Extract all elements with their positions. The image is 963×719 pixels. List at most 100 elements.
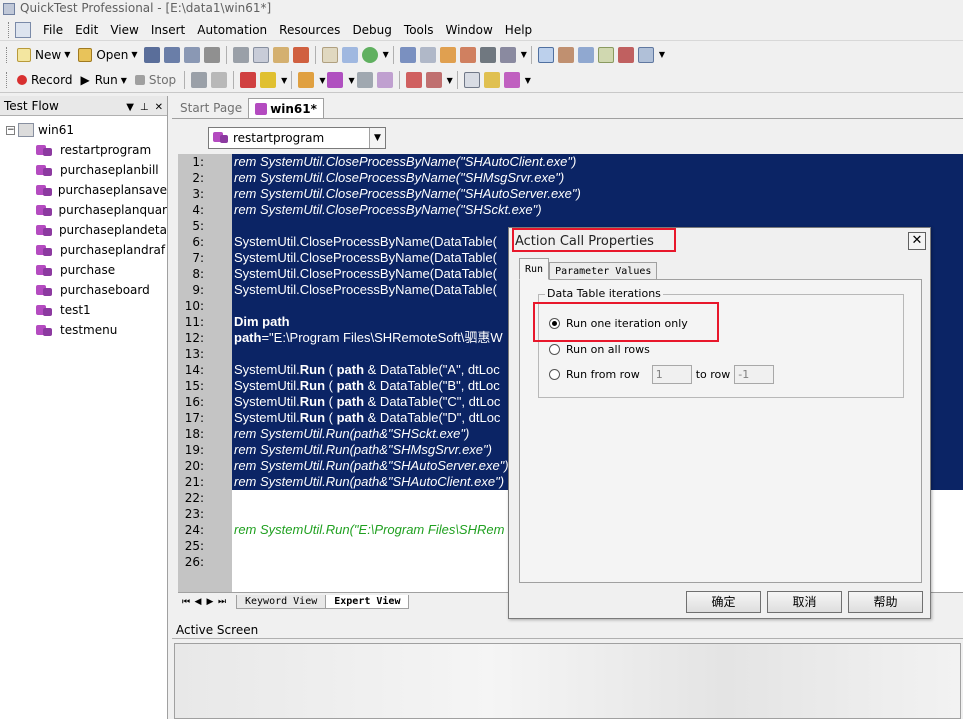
tree-item-purchaseboard[interactable]: purchaseboard [0, 280, 167, 300]
run-from-row-option[interactable]: Run from row 1 to row -1 [549, 365, 775, 384]
step-into-icon[interactable] [405, 72, 422, 88]
run-all-rows-option[interactable]: Run on all rows [549, 343, 650, 356]
low-level-recording-icon[interactable] [191, 72, 208, 88]
tab-parameter-values[interactable]: Parameter Values [549, 262, 658, 280]
tree-item-purchaseplansave[interactable]: purchaseplansave [0, 180, 167, 200]
dropdown-arrow-icon[interactable]: ▼ [121, 76, 127, 85]
analog-recording-icon[interactable] [211, 72, 228, 88]
information-icon[interactable] [637, 46, 654, 63]
print-icon[interactable] [203, 46, 220, 63]
menu-insert[interactable]: Insert [145, 20, 191, 40]
panel-menu-icon[interactable]: ▼ [126, 102, 134, 113]
tab-expert-view[interactable]: Expert View [325, 594, 410, 609]
help-button[interactable]: 帮助 [848, 591, 923, 613]
save-with-resources-icon[interactable] [183, 46, 200, 63]
resources-icon[interactable] [557, 46, 574, 63]
toolbar-grip[interactable] [8, 21, 11, 38]
object-repository-icon[interactable] [341, 46, 358, 63]
tree-item-restartprogram[interactable]: restartprogram [0, 140, 167, 160]
insert-step-icon[interactable] [298, 72, 315, 88]
tree-item-purchaseplandraf[interactable]: purchaseplandraf [0, 240, 167, 260]
active-screen-view[interactable] [174, 643, 961, 719]
menu-automation[interactable]: Automation [191, 20, 273, 40]
pin-icon[interactable]: ⊥ [140, 102, 149, 113]
tree-item-test1[interactable]: test1 [0, 300, 167, 320]
copy-icon[interactable] [252, 46, 269, 63]
tree-root[interactable]: − win61 [0, 120, 167, 140]
run-one-iteration-option[interactable]: Run one iteration only [549, 317, 688, 330]
run-button[interactable]: ▶ Run ▼ [76, 70, 130, 90]
save-all-icon[interactable] [163, 46, 180, 63]
tab-win61[interactable]: win61* [248, 98, 324, 118]
menu-edit[interactable]: Edit [69, 20, 104, 40]
ok-button[interactable]: 确定 [686, 591, 761, 613]
find-icon[interactable] [479, 46, 496, 63]
dropdown-arrow-icon[interactable]: ▼ [521, 50, 527, 59]
menu-window[interactable]: Window [439, 20, 498, 40]
dropdown-arrow-icon[interactable]: ▼ [281, 76, 287, 85]
document-icon[interactable] [15, 21, 31, 38]
dropdown-arrow-icon[interactable]: ▼ [525, 76, 531, 85]
last-tab-icon[interactable]: ⏭ [216, 597, 228, 607]
close-icon[interactable]: ✕ [908, 232, 926, 250]
tree-item-purchase[interactable]: purchase [0, 260, 167, 280]
replace-icon[interactable] [499, 46, 516, 63]
collapse-icon[interactable]: − [6, 125, 15, 135]
tab-keyword-view[interactable]: Keyword View [236, 594, 327, 609]
menu-tools[interactable]: Tools [398, 20, 440, 40]
dropdown-arrow-icon[interactable]: ▼ [348, 76, 354, 85]
next-tab-icon[interactable]: ▶ [204, 597, 216, 607]
menu-help[interactable]: Help [499, 20, 538, 40]
results-icon[interactable] [483, 72, 500, 88]
close-icon[interactable]: ✕ [155, 102, 163, 113]
step-generator-icon[interactable] [356, 72, 373, 88]
stop-button[interactable]: Stop [131, 70, 180, 90]
to-row-input[interactable]: -1 [734, 365, 775, 384]
insert-checkpoint-icon[interactable] [240, 72, 257, 88]
dropdown-arrow-icon[interactable]: ▼ [447, 76, 453, 85]
paste-icon[interactable] [272, 46, 289, 63]
dropdown-arrow-icon[interactable]: ▼ [319, 76, 325, 85]
cancel-button[interactable]: 取消 [767, 591, 842, 613]
toolbar-grip[interactable] [6, 46, 9, 63]
new-button[interactable]: New ▼ [13, 45, 74, 65]
cut-icon[interactable] [232, 46, 249, 63]
dropdown-arrow-icon[interactable]: ▼ [131, 50, 137, 59]
tree-item-testmenu[interactable]: testmenu [0, 320, 167, 340]
breakpoint-icon[interactable] [503, 72, 520, 88]
output-value-icon[interactable] [260, 72, 277, 88]
edit-icon[interactable] [321, 46, 338, 63]
toolbar-grip[interactable] [6, 72, 9, 88]
save-icon[interactable] [143, 46, 160, 63]
debug-viewer-icon[interactable] [617, 46, 634, 63]
function-definition-icon[interactable] [376, 72, 393, 88]
tab-start-page[interactable]: Start Page [174, 98, 248, 118]
available-keywords-icon[interactable] [577, 46, 594, 63]
tree-item-purchaseplandeta[interactable]: purchaseplandeta [0, 220, 167, 240]
action-icon[interactable] [327, 72, 344, 88]
delete-icon[interactable] [292, 46, 309, 63]
dialog-title-bar[interactable]: Action Call Properties [509, 228, 930, 254]
undo-icon[interactable] [399, 46, 416, 63]
menu-resources[interactable]: Resources [273, 20, 346, 40]
redo-icon[interactable] [419, 46, 436, 63]
menu-file[interactable]: File [37, 20, 69, 40]
from-row-input[interactable]: 1 [651, 365, 692, 384]
action-select[interactable]: restartprogram ▼ [208, 127, 386, 149]
chevron-down-icon[interactable]: ▼ [369, 128, 385, 148]
menu-view[interactable]: View [104, 20, 144, 40]
dropdown-arrow-icon[interactable]: ▼ [383, 50, 389, 59]
first-tab-icon[interactable]: ⏮ [180, 597, 192, 607]
radio-checked-icon[interactable] [549, 318, 560, 329]
check-syntax-icon[interactable] [361, 46, 378, 63]
tree-item-purchaseplanbill[interactable]: purchaseplanbill [0, 160, 167, 180]
previous-tab-icon[interactable]: ◀ [192, 597, 204, 607]
record-button[interactable]: Record [13, 70, 76, 90]
data-table-icon[interactable] [597, 46, 614, 63]
dropdown-arrow-icon[interactable]: ▼ [659, 50, 665, 59]
view-data-icon[interactable] [463, 72, 480, 88]
comment-icon[interactable] [439, 46, 456, 63]
step-over-icon[interactable] [425, 72, 442, 88]
tree-item-purchaseplanquar[interactable]: purchaseplanquar [0, 200, 167, 220]
tab-run[interactable]: Run [519, 258, 550, 280]
